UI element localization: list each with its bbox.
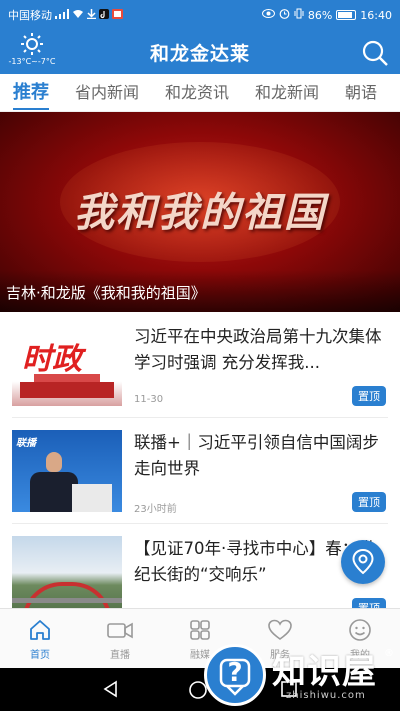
news-thumbnail xyxy=(12,536,122,608)
watermark-url: zhishiwu.com xyxy=(286,690,366,701)
thumbnail-building xyxy=(20,382,114,398)
battery-icon xyxy=(336,10,357,20)
wifi-icon xyxy=(72,9,84,22)
smile-icon xyxy=(320,618,400,642)
search-button[interactable] xyxy=(360,38,390,68)
thumbnail-label: 联播 xyxy=(16,438,36,449)
watermark-logo: ? xyxy=(204,644,266,706)
alarm-icon xyxy=(279,8,290,22)
status-left: 中国移动 xyxy=(8,7,123,23)
vibrate-icon xyxy=(294,8,304,22)
battery-level xyxy=(338,12,353,18)
signal-icon xyxy=(55,8,69,22)
tab-helong-info[interactable]: 和龙资讯 xyxy=(152,74,242,111)
thumbnail-podium xyxy=(72,484,112,512)
thumbnail-bridge-arch xyxy=(22,582,112,608)
news-item[interactable]: 【见证70年·寻找市中心】春：世纪长街的“交响乐” 置顶 xyxy=(12,524,388,608)
battery-percent: 86% xyxy=(307,8,333,22)
eye-icon xyxy=(261,9,275,21)
featured-banner[interactable]: 我和我的祖国 吉林·和龙版《我和我的祖国》 xyxy=(0,112,400,312)
watermark-registered-mark: ® xyxy=(384,648,394,659)
thumbnail-bridge-deck xyxy=(12,598,122,603)
news-title: 习近平在中央政治局第十九次集体学习时强调 充分发挥我... xyxy=(134,327,382,372)
heart-icon xyxy=(240,618,320,642)
clock: 16:40 xyxy=(360,8,392,22)
banner-artwork-text: 我和我的祖国 xyxy=(74,189,326,236)
watermark-text: 知识屋 xyxy=(272,652,377,692)
tab-recommend[interactable]: 推荐 xyxy=(0,74,62,111)
svg-text:?: ? xyxy=(227,658,242,688)
tiktok-icon xyxy=(99,8,109,22)
pinned-badge: 置顶 xyxy=(352,598,386,608)
status-right: 86% 16:40 xyxy=(261,8,392,22)
nav-label: 直播 xyxy=(110,650,130,661)
nav-label: 首页 xyxy=(30,650,50,661)
search-icon xyxy=(360,40,390,72)
news-thumbnail: 时政 xyxy=(12,324,122,406)
app-title: 和龙金达莱 xyxy=(149,43,250,65)
location-button[interactable] xyxy=(341,540,385,584)
status-bar: 中国移动 86% 16:40 xyxy=(0,0,400,30)
thumbnail-label: 时政 xyxy=(22,342,82,377)
app-notification-icon xyxy=(112,8,123,22)
news-time: 23小时前 xyxy=(134,504,177,515)
news-list: 时政 习近平在中央政治局第十九次集体学习时强调 充分发挥我... 11-30 置… xyxy=(0,312,400,608)
download-icon xyxy=(87,8,96,22)
news-time: 11-30 xyxy=(134,394,164,405)
thumbnail-person-head xyxy=(46,452,62,472)
home-icon xyxy=(0,618,80,642)
nav-home[interactable]: 首页 xyxy=(0,609,80,668)
banner-caption: 吉林·和龙版《我和我的祖国》 xyxy=(6,284,206,302)
news-thumbnail: 联播 xyxy=(12,430,122,512)
app-header: -13°C~-7°C 和龙金达莱 xyxy=(0,30,400,74)
thumbnail-building-roof xyxy=(34,374,100,382)
video-camera-icon xyxy=(80,618,160,642)
news-title: 联播+｜习近平引领自信中国阔步走向世界 xyxy=(134,433,379,478)
thumbnail-person-body xyxy=(30,472,78,512)
category-tabs: 推荐 省内新闻 和龙资讯 和龙新闻 朝语 xyxy=(0,74,400,112)
tab-helong-news[interactable]: 和龙新闻 xyxy=(242,74,332,111)
nav-live[interactable]: 直播 xyxy=(80,609,160,668)
pinned-badge: 置顶 xyxy=(352,386,386,406)
news-item[interactable]: 联播 联播+｜习近平引领自信中国阔步走向世界 23小时前 置顶 xyxy=(12,418,388,524)
back-icon[interactable] xyxy=(102,680,120,702)
grid-icon xyxy=(160,618,240,642)
carrier-label: 中国移动 xyxy=(8,9,52,22)
tab-province-news[interactable]: 省内新闻 xyxy=(62,74,152,111)
pinned-badge: 置顶 xyxy=(352,492,386,512)
news-item[interactable]: 时政 习近平在中央政治局第十九次集体学习时强调 充分发挥我... 11-30 置… xyxy=(12,312,388,418)
tab-korean[interactable]: 朝语 xyxy=(332,74,390,111)
